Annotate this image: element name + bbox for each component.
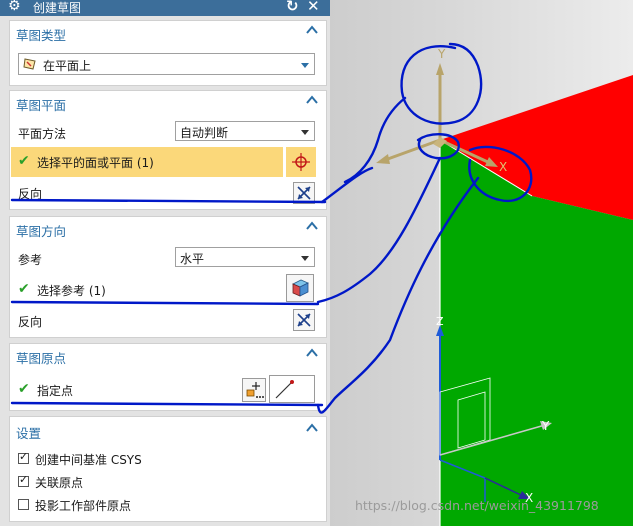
section-title: 草图类型 bbox=[16, 28, 67, 43]
wcs-z-label: Z bbox=[436, 315, 444, 328]
section-title: 草图平面 bbox=[16, 98, 67, 113]
point-dialog-button[interactable] bbox=[242, 378, 266, 402]
create-csys-label: 创建中间基准 CSYS bbox=[35, 453, 142, 467]
section-title: 草图方向 bbox=[16, 224, 67, 239]
cube-icon bbox=[292, 279, 309, 297]
reverse-direction-button[interactable] bbox=[293, 182, 315, 204]
chevron-down-icon bbox=[301, 63, 309, 68]
project-origin-label: 投影工作部件原点 bbox=[35, 499, 132, 513]
csys-y-arrow bbox=[436, 63, 444, 75]
crosshair-icon bbox=[292, 153, 310, 171]
sketch-type-section: 草图类型 在平面上 bbox=[9, 20, 327, 86]
collapse-icon[interactable] bbox=[306, 95, 318, 105]
select-reference-button[interactable] bbox=[286, 274, 314, 302]
select-plane-row[interactable]: ✔ 选择平的面或平面 (1) bbox=[11, 147, 283, 177]
check-icon: ✔ bbox=[18, 381, 30, 397]
plane-method-dropdown[interactable]: 自动判断 bbox=[175, 121, 315, 141]
csys-z-axis[interactable] bbox=[384, 138, 441, 162]
specify-point-label: 指定点 bbox=[37, 384, 74, 398]
collapse-icon[interactable] bbox=[306, 348, 318, 358]
select-plane-label: 选择平的面或平面 (1) bbox=[37, 156, 154, 170]
dialog-title: 创建草图 bbox=[33, 1, 82, 15]
reference-label: 参考 bbox=[18, 253, 43, 267]
sketch-type-value: 在平面上 bbox=[43, 59, 92, 73]
sketch-plane-section: 草图平面 平面方法 自动判断 ✔ 选择平的面或平面 (1) 反向 bbox=[9, 90, 327, 210]
select-plane-button[interactable] bbox=[286, 147, 316, 177]
collapse-icon[interactable] bbox=[306, 25, 318, 35]
create-csys-checkbox[interactable]: ✓ bbox=[18, 450, 29, 464]
axis-x-label: X bbox=[499, 160, 507, 174]
settings-section: 设置 ✓ 创建中间基准 CSYS ✓ 关联原点 投影工作部件原点 bbox=[9, 416, 327, 522]
check-mark: ✓ bbox=[19, 450, 29, 463]
wcs-y-label: Y bbox=[541, 419, 550, 433]
check-mark: ✓ bbox=[19, 473, 29, 486]
point-type-dropdown[interactable] bbox=[269, 375, 315, 403]
point-constructor-icon bbox=[246, 382, 264, 398]
dialog-title-bar: ⚙ 创建草图 ↻ ✕ bbox=[0, 0, 330, 16]
close-icon[interactable]: ✕ bbox=[307, 0, 320, 15]
sketch-on-plane-icon bbox=[23, 58, 36, 70]
sketch-origin-section: 草图原点 ✔ 指定点 bbox=[9, 343, 327, 411]
select-reference-label[interactable]: 选择参考 (1) bbox=[37, 282, 106, 299]
sketch-orientation-section: 草图方向 参考 水平 ✔ 选择参考 (1) 反向 bbox=[9, 216, 327, 338]
check-icon: ✔ bbox=[18, 153, 30, 169]
inferred-point-icon bbox=[275, 380, 294, 399]
sketch-type-dropdown[interactable]: 在平面上 bbox=[18, 53, 315, 75]
collapse-icon[interactable] bbox=[306, 221, 318, 231]
section-title: 草图原点 bbox=[16, 351, 67, 366]
watermark-text: https://blog.csdn.net/weixin_43911798 bbox=[355, 498, 599, 513]
collapse-icon[interactable] bbox=[306, 423, 318, 433]
reverse-label: 反向 bbox=[18, 187, 43, 201]
reference-dropdown[interactable]: 水平 bbox=[175, 247, 315, 267]
check-icon: ✔ bbox=[18, 281, 30, 297]
chevron-down-icon bbox=[301, 256, 309, 261]
reverse-direction-icon bbox=[297, 186, 311, 200]
create-sketch-dialog: ⚙ 创建草图 ↻ ✕ 草图类型 在平面上 草图平面 平面方法 自动判断 ✔ 选择… bbox=[0, 0, 330, 526]
project-origin-checkbox[interactable] bbox=[18, 499, 29, 510]
reset-icon[interactable]: ↻ bbox=[286, 0, 299, 15]
plane-method-value: 自动判断 bbox=[180, 126, 229, 140]
associative-origin-checkbox[interactable]: ✓ bbox=[18, 473, 29, 487]
section-title: 设置 bbox=[16, 426, 42, 441]
reverse-label: 反向 bbox=[18, 315, 43, 329]
reverse-direction-button[interactable] bbox=[293, 309, 315, 331]
axis-y-label: Y bbox=[437, 47, 446, 61]
reference-value: 水平 bbox=[180, 252, 205, 266]
reverse-direction-icon bbox=[297, 313, 311, 327]
associative-origin-label: 关联原点 bbox=[35, 476, 84, 490]
gear-icon[interactable]: ⚙ bbox=[8, 0, 21, 14]
plane-method-label: 平面方法 bbox=[18, 127, 67, 141]
chevron-down-icon bbox=[301, 130, 309, 135]
graphics-viewport[interactable]: Y X Z X Y bbox=[330, 0, 633, 526]
csys-z-arrow bbox=[376, 154, 390, 164]
